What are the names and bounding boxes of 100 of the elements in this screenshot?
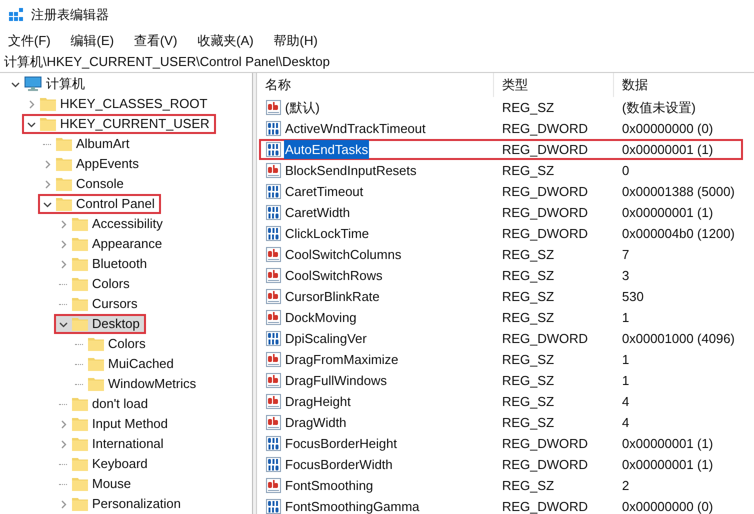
registry-icon <box>8 7 24 23</box>
chevron-right-icon[interactable] <box>58 260 68 268</box>
table-cell: 0 <box>622 162 630 178</box>
value-name: CursorBlinkRate <box>284 288 381 306</box>
tree-item[interactable]: Colors <box>54 274 136 294</box>
table-row[interactable]: FontSmoothingGamma REG_DWORD 0x00000000 (0) <box>259 496 743 514</box>
table-row[interactable]: DragFullWindows REG_SZ 1 <box>259 370 743 391</box>
table-row[interactable]: FontSmoothing REG_SZ 2 <box>259 475 743 496</box>
folder-icon <box>72 457 88 471</box>
table-row[interactable]: FocusBorderHeight REG_DWORD 0x00000001 (1) <box>259 433 743 454</box>
string-value-icon <box>266 415 281 430</box>
table-row[interactable]: FocusBorderWidth REG_DWORD 0x00000001 (1) <box>259 454 743 475</box>
table-cell: 0x00000000 (0) <box>622 498 714 514</box>
table-row[interactable]: DragFromMaximize REG_SZ 1 <box>259 349 743 370</box>
menu-item[interactable]: 编辑(E) <box>70 31 114 51</box>
table-row[interactable]: DpiScalingVer REG_DWORD 0x00001000 (4096) <box>259 328 743 349</box>
tree-item[interactable]: Accessibility <box>54 214 169 234</box>
tree-item[interactable]: Appearance <box>54 234 168 254</box>
table-row[interactable]: CaretWidth REG_DWORD 0x00000001 (1) <box>259 202 743 223</box>
tree-item[interactable]: Cursors <box>54 294 144 314</box>
table-row[interactable]: CursorBlinkRate REG_SZ 530 <box>259 286 743 307</box>
chevron-right-icon[interactable] <box>58 220 68 228</box>
folder-icon <box>56 137 72 151</box>
chevron-right-icon[interactable] <box>58 440 68 448</box>
chevron-right-icon[interactable] <box>42 180 52 188</box>
tree-item[interactable]: Input Method <box>54 414 174 434</box>
table-cell: 0x00000001 (1) <box>622 436 714 451</box>
tree-item[interactable]: HKEY_CURRENT_USER <box>22 114 216 134</box>
table-cell: 4 <box>622 394 630 409</box>
table-cell: REG_SZ <box>502 414 554 430</box>
menu-item[interactable]: 收藏夹(A) <box>197 31 254 51</box>
value-name: DragWidth <box>284 414 348 432</box>
string-value-icon <box>266 163 281 178</box>
value-name: CoolSwitchRows <box>284 266 384 285</box>
tree-item[interactable]: AlbumArt <box>38 134 136 154</box>
chevron-right-icon[interactable] <box>58 420 68 428</box>
tree-item[interactable]: AppEvents <box>38 154 145 174</box>
folder-icon <box>56 177 72 191</box>
tree-item[interactable]: MuiCached <box>70 354 180 374</box>
tree-item[interactable]: Keyboard <box>54 454 154 474</box>
table-cell: REG_SZ <box>502 246 554 262</box>
address-bar[interactable]: 计算机\HKEY_CURRENT_USER\Control Panel\Desktop <box>0 52 754 73</box>
tree-item[interactable]: Personalization <box>54 494 187 514</box>
table-row[interactable]: CaretTimeout REG_DWORD 0x00001388 (5000) <box>259 181 743 202</box>
folder-icon <box>40 117 56 131</box>
string-value-icon <box>266 268 281 283</box>
table-row[interactable]: CoolSwitchColumns REG_SZ 7 <box>259 244 743 265</box>
table-cell: (数值未设置) <box>622 100 696 115</box>
tree-item[interactable]: don't load <box>54 394 154 414</box>
table-row[interactable]: DockMoving REG_SZ 1 <box>259 307 743 328</box>
chevron-right-icon[interactable] <box>26 100 36 108</box>
table-row[interactable]: CoolSwitchRows REG_SZ 3 <box>259 265 743 286</box>
tree-item[interactable]: Console <box>38 174 130 194</box>
tree-item[interactable]: 计算机 <box>6 74 91 94</box>
chevron-down-icon[interactable] <box>26 120 36 128</box>
tree-item[interactable]: HKEY_CLASSES_ROOT <box>22 94 214 114</box>
table-cell: REG_DWORD <box>502 498 588 514</box>
value-name: CoolSwitchColumns <box>284 246 402 264</box>
table-row[interactable]: ActiveWndTrackTimeout REG_DWORD 0x00000000 (0) <box>259 118 743 139</box>
value-name: FocusBorderWidth <box>284 456 394 474</box>
tree-item[interactable]: Mouse <box>54 474 138 494</box>
tree-item[interactable]: Desktop <box>54 314 146 334</box>
binary-value-icon <box>266 331 281 346</box>
table-cell: 0x00001388 (5000) <box>622 184 735 199</box>
table-cell: REG_DWORD <box>502 120 588 136</box>
tree-item[interactable]: WindowMetrics <box>70 374 202 394</box>
value-name: FocusBorderHeight <box>284 434 398 453</box>
table-row[interactable]: (默认) REG_SZ (数值未设置) <box>259 97 743 118</box>
tree-item[interactable]: International <box>54 434 170 454</box>
table-row[interactable]: AutoEndTasks REG_DWORD 0x00000001 (1) <box>259 139 743 160</box>
column-header[interactable]: 类型 <box>494 73 614 97</box>
table-cell: REG_SZ <box>502 162 554 178</box>
string-value-icon <box>266 247 281 262</box>
table-cell: REG_DWORD <box>502 330 588 346</box>
table-cell: REG_SZ <box>502 478 554 493</box>
value-name: DragFullWindows <box>284 372 388 390</box>
string-value-icon <box>266 289 281 304</box>
menu-item[interactable]: 查看(V) <box>134 31 178 51</box>
table-cell: REG_SZ <box>502 310 554 325</box>
table-row[interactable]: DragHeight REG_SZ 4 <box>259 391 743 412</box>
tree-item[interactable]: Bluetooth <box>54 254 153 274</box>
table-row[interactable]: BlockSendInputResets REG_SZ 0 <box>259 160 743 181</box>
chevron-down-icon[interactable] <box>42 200 52 208</box>
chevron-right-icon[interactable] <box>58 500 68 508</box>
table-cell: REG_DWORD <box>502 226 588 241</box>
tree-item[interactable]: Colors <box>70 334 152 354</box>
menu-item[interactable]: 帮助(H) <box>274 31 318 51</box>
menu-item[interactable]: 文件(F) <box>8 31 51 51</box>
tree-item[interactable]: Control Panel <box>38 194 161 214</box>
chevron-right-icon[interactable] <box>58 240 68 248</box>
column-header[interactable]: 数据 <box>614 73 754 97</box>
chevron-down-icon[interactable] <box>58 320 68 328</box>
column-header[interactable]: 名称 <box>257 73 494 97</box>
table-row[interactable]: DragWidth REG_SZ 4 <box>259 412 743 433</box>
folder-icon <box>72 317 88 331</box>
table-row[interactable]: ClickLockTime REG_DWORD 0x000004b0 (1200) <box>259 223 743 244</box>
chevron-down-icon[interactable] <box>10 80 20 88</box>
chevron-right-icon[interactable] <box>42 160 52 168</box>
table-cell: 1 <box>622 310 630 325</box>
value-name: ClickLockTime <box>284 224 370 243</box>
